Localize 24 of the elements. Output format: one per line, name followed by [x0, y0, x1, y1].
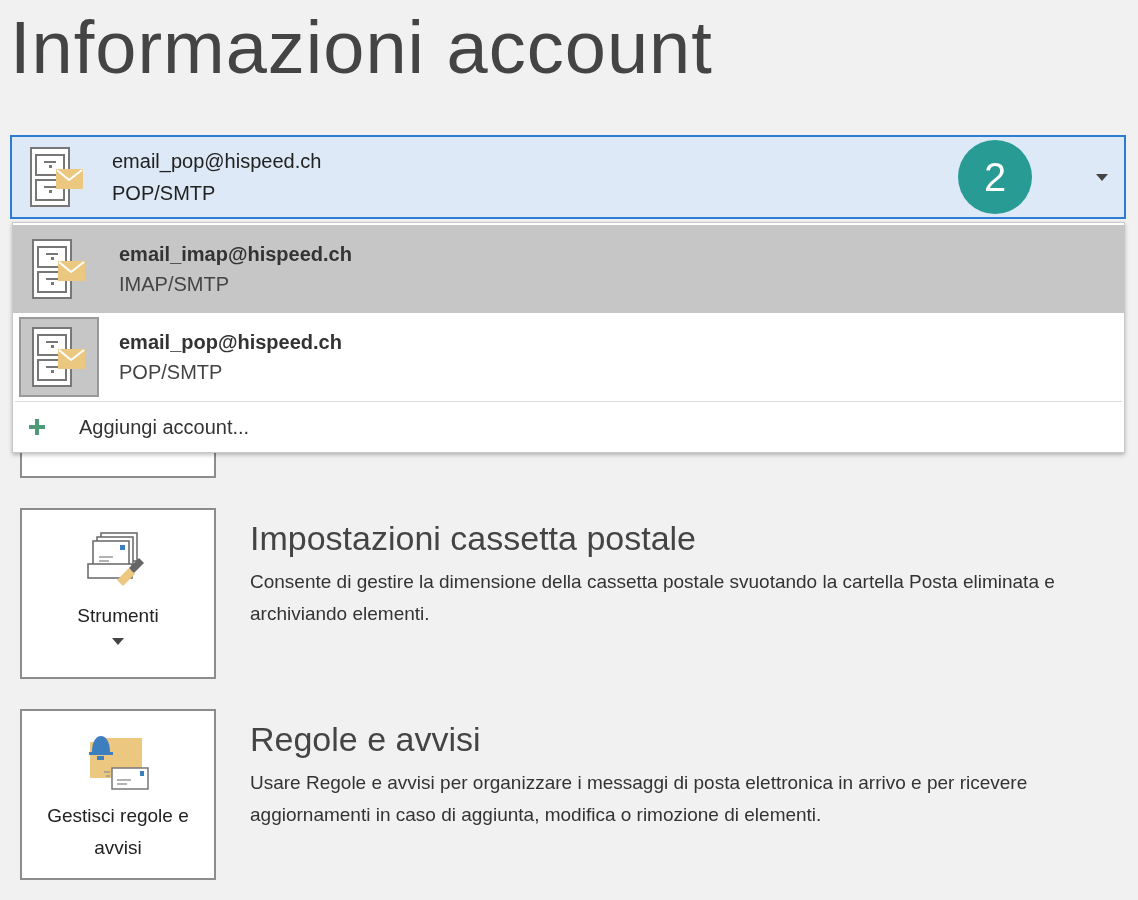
account-selector[interactable]: email_pop@hispeed.ch POP/SMTP 2 — [10, 135, 1126, 219]
section-description: Usare Regole e avvisi per organizzare i messaggi di posta elettronica in arrivo e per ricevere aggiornamenti in caso di aggiunta, modifica o rimozione di elementi. — [250, 771, 1029, 827]
menu-caret-icon — [112, 638, 124, 645]
option-type: IMAP/SMTP — [119, 272, 230, 296]
section-heading: Impostazioni cassetta postale — [250, 518, 697, 559]
tool-button[interactable]: Strumenti — [20, 508, 216, 679]
tool-button[interactable]: Gestisci regole e avvisi — [20, 709, 216, 880]
add-account-option[interactable]: Aggiungi account... — [13, 402, 1124, 452]
account-option[interactable]: email_imap@hispeed.ch IMAP/SMTP — [13, 225, 1124, 313]
option-type: POP/SMTP — [119, 360, 224, 384]
dropdown-caret-icon — [1096, 173, 1108, 181]
option-email: email_pop@hispeed.ch — [119, 330, 342, 354]
step-badge: 2 — [958, 140, 1032, 214]
option-email: email_imap@hispeed.ch — [119, 242, 352, 266]
plus-icon — [29, 419, 45, 435]
file-cabinet-icon — [32, 239, 86, 299]
page-title: Informazioni account — [9, 5, 713, 90]
account-type: POP/SMTP — [112, 181, 217, 205]
section-heading: Regole e avvisi — [250, 719, 481, 760]
account-email: email_pop@hispeed.ch — [112, 149, 322, 173]
file-cabinet-icon — [30, 147, 84, 207]
section-description: Consente di gestire la dimensione della cassetta postale svuotando la cartella Posta eliminata e archiviando elementi. — [250, 570, 1056, 626]
account-option[interactable]: email_pop@hispeed.ch POP/SMTP — [13, 313, 1124, 401]
file-cabinet-icon — [32, 327, 86, 387]
